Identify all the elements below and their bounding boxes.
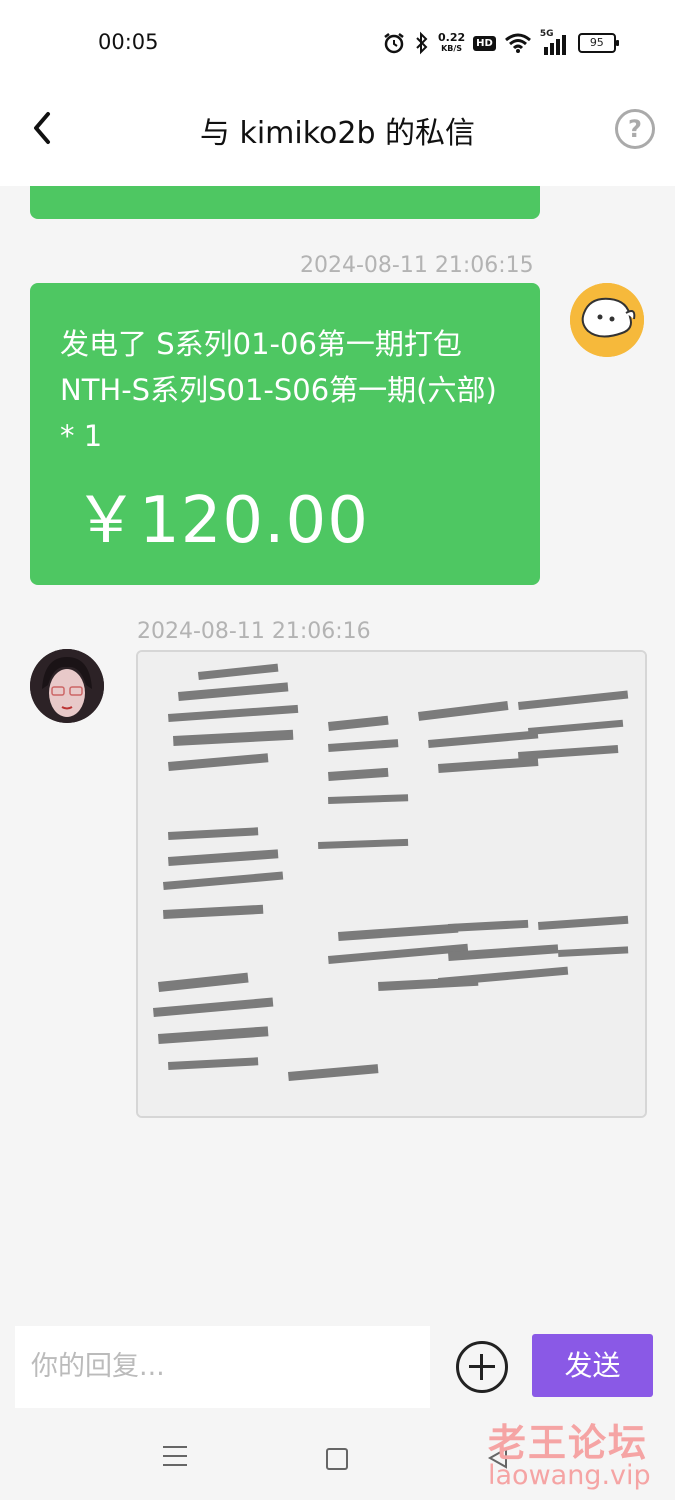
scribbled-image [138, 652, 645, 1116]
message-timestamp: 2024-08-11 21:06:15 [300, 253, 534, 278]
net-speed: 0.22 KB/S [438, 31, 466, 53]
add-attachment-icon[interactable] [456, 1341, 508, 1393]
message-timestamp: 2024-08-11 21:06:16 [137, 619, 371, 644]
avatar[interactable] [570, 283, 644, 357]
wifi-icon [504, 33, 531, 53]
status-time: 00:05 [98, 30, 159, 54]
home-icon[interactable] [326, 1448, 348, 1470]
reply-bar: 你的回复... 发送 [0, 1326, 675, 1416]
user-photo-avatar [30, 649, 104, 723]
order-price: ￥120.00 [74, 484, 369, 558]
order-description: 发电了 S系列01-06第一期打包 NTH-S系列S01-S06第一期(六部) … [60, 327, 497, 453]
chat-header: 与 kimiko2b 的私信 ? [0, 86, 675, 186]
image-message[interactable] [136, 650, 647, 1118]
battery-indicator: 95 [577, 33, 619, 53]
order-message-bubble[interactable]: 发电了 S系列01-06第一期打包 NTH-S系列S01-S06第一期(六部) … [30, 283, 540, 585]
previous-message-bubble [30, 186, 540, 219]
chat-area[interactable]: 2024-08-11 21:06:15 发电了 S系列01-06第一期打包 NT… [0, 186, 675, 1326]
recent-apps-icon[interactable] [163, 1446, 187, 1466]
alarm-icon [384, 33, 404, 54]
send-button[interactable]: 发送 [532, 1334, 653, 1397]
signal-icon: 5G [540, 29, 570, 55]
avatar[interactable] [30, 649, 104, 723]
bluetooth-icon [416, 31, 428, 55]
page-title: 与 kimiko2b 的私信 [199, 116, 476, 151]
cartoon-avatar-icon [570, 283, 644, 357]
watermark-url: laowang.vip [488, 1460, 651, 1491]
help-icon[interactable]: ? [615, 109, 655, 149]
status-bar: 00:05 0.22 KB/S HD 5G 95 [0, 0, 675, 86]
hd-badge: HD [473, 35, 496, 51]
watermark-text: 老王论坛 [488, 1421, 649, 1465]
reply-input[interactable]: 你的回复... [15, 1326, 430, 1408]
status-icons: 0.22 KB/S HD 5G 95 [382, 28, 624, 58]
